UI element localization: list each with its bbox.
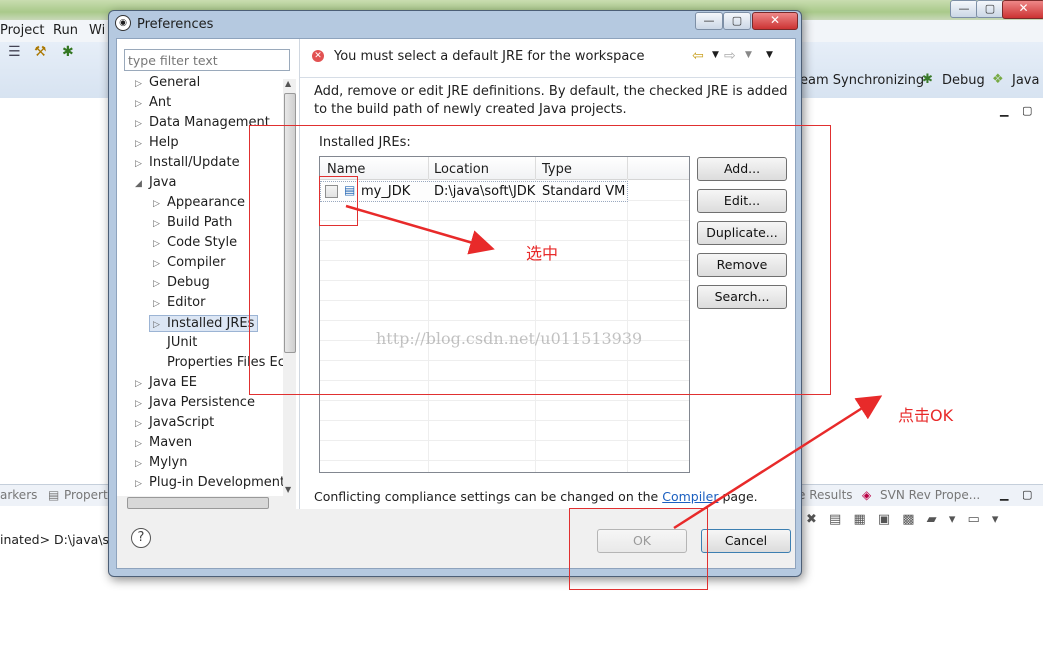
- annotation-arrows: [345, 204, 883, 530]
- arrow-to-select: [345, 204, 495, 255]
- arrow-to-ok: [673, 395, 883, 530]
